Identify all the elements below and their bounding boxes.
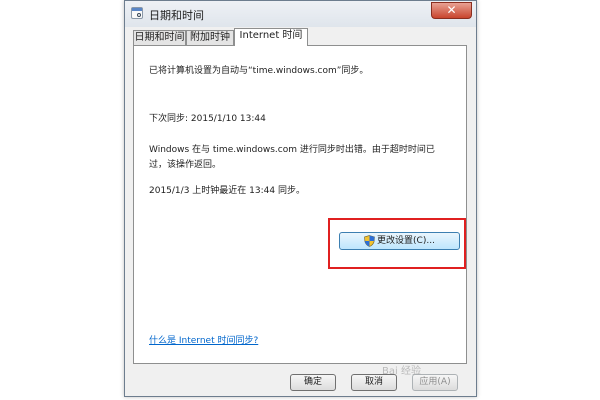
clock-icon	[131, 7, 143, 19]
close-button[interactable]: ✕	[431, 2, 472, 19]
internet-time-help-link[interactable]: 什么是 Internet 时间同步?	[149, 333, 258, 346]
sync-error-text: Windows 在与 time.windows.com 进行同步时出错。由于超时…	[149, 145, 435, 170]
sync-config-text: 已将计算机设置为自动与“time.windows.com”同步。	[149, 66, 369, 76]
change-settings-button[interactable]: 更改设置(C)...	[339, 232, 460, 250]
uac-shield-icon	[364, 234, 375, 247]
window-title: 日期和时间	[149, 9, 204, 22]
tab-internet-time[interactable]: Internet 时间	[234, 28, 308, 46]
close-icon: ✕	[446, 3, 457, 17]
tab-date-time[interactable]: 日期和时间	[133, 30, 186, 45]
next-sync-text: 下次同步: 2015/1/10 13:44	[149, 114, 266, 124]
title-bar[interactable]: 日期和时间 ✕	[125, 1, 476, 27]
last-sync-text: 2015/1/3 上时钟最近在 13:44 同步。	[149, 186, 305, 196]
cancel-button[interactable]: 取消	[351, 374, 397, 391]
date-time-dialog: 日期和时间 ✕ 日期和时间 附加时钟 Internet 时间 已将计算机设置为自…	[124, 0, 477, 397]
internet-time-panel: 已将计算机设置为自动与“time.windows.com”同步。 下次同步: 2…	[133, 45, 467, 364]
change-settings-label: 更改设置(C)...	[377, 236, 435, 246]
apply-button[interactable]: 应用(A)	[412, 374, 458, 391]
tab-additional-clocks[interactable]: 附加时钟	[186, 30, 234, 45]
ok-button[interactable]: 确定	[290, 374, 336, 391]
